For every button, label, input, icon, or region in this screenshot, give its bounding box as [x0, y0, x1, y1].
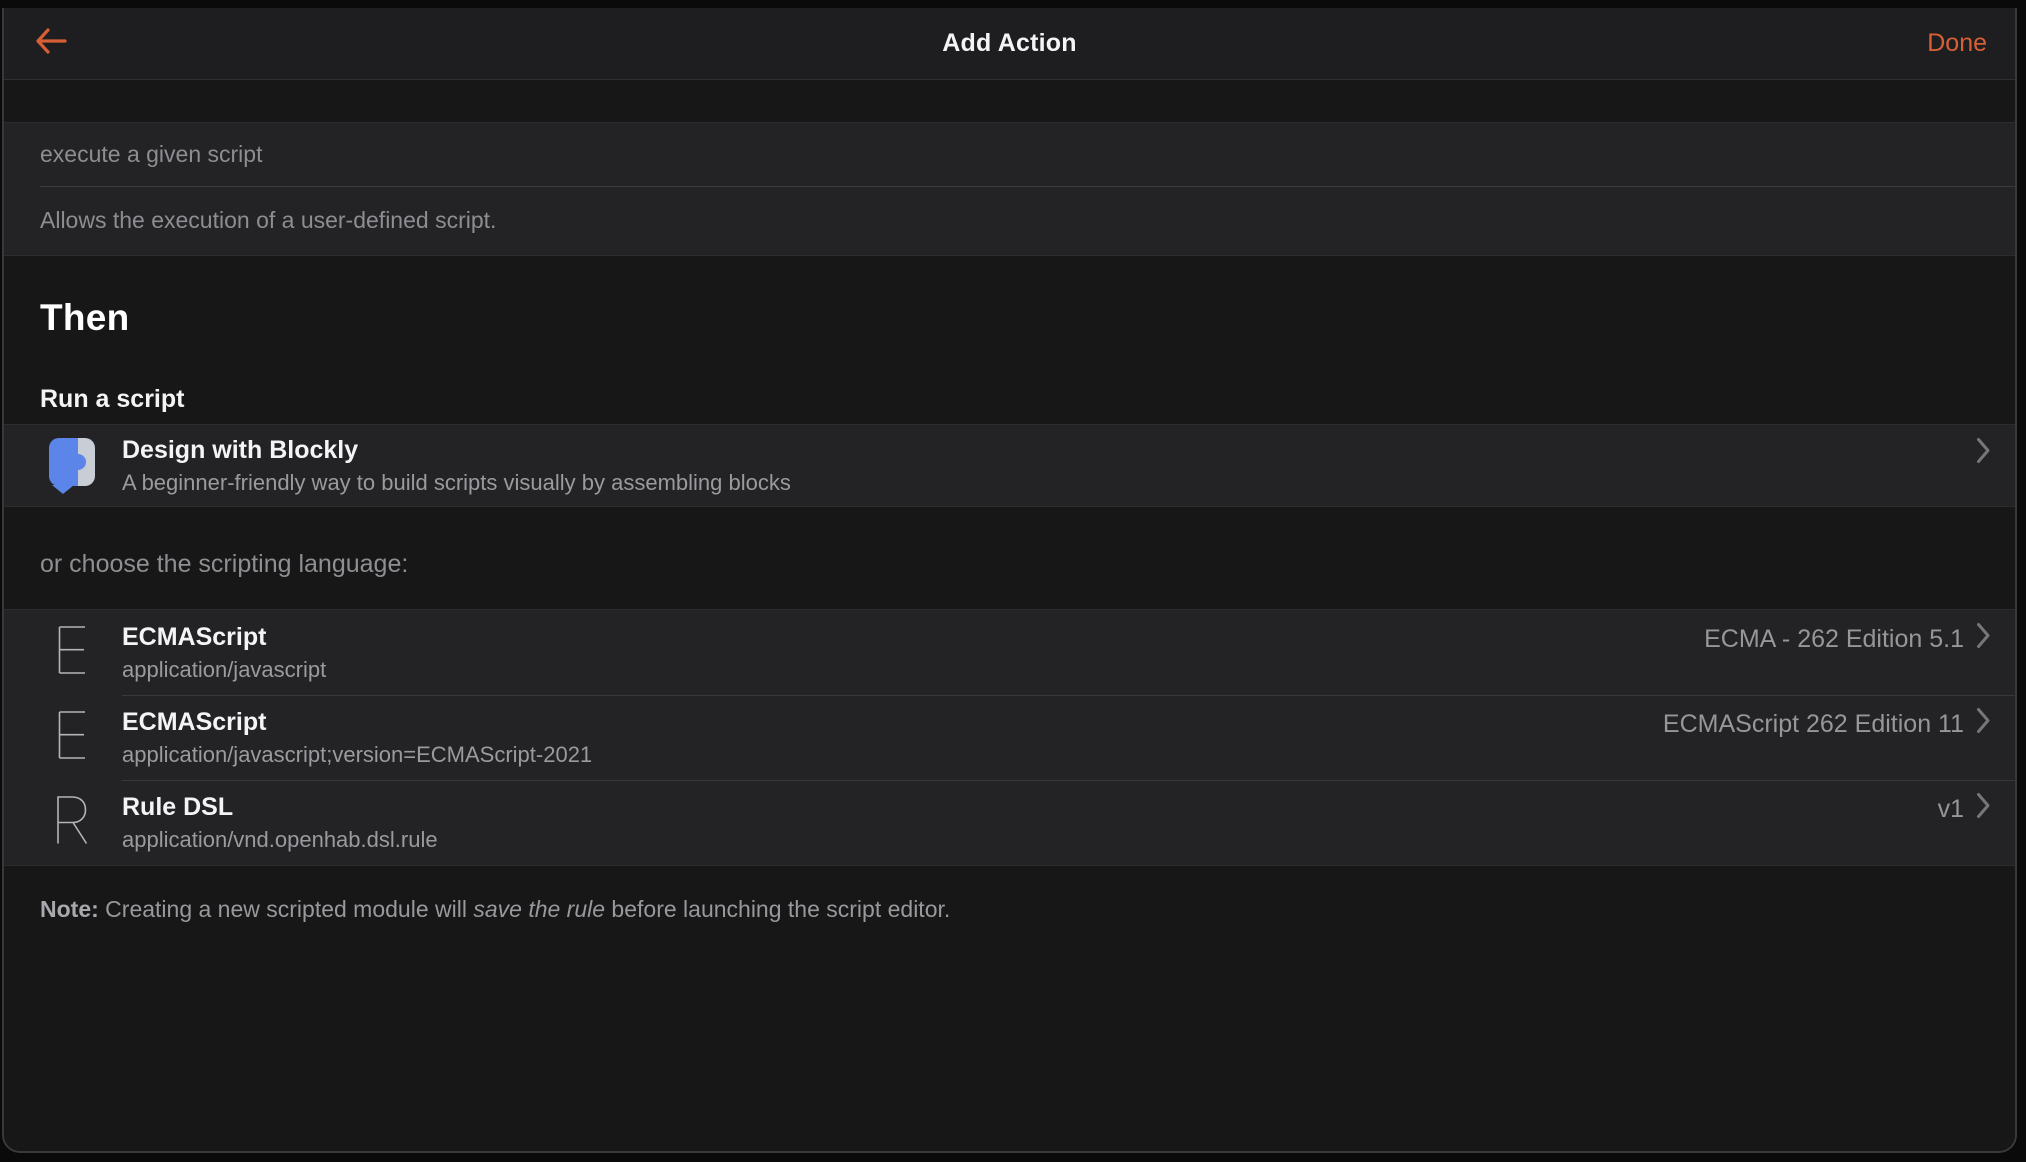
language-row[interactable]: ECMAScript application/javascript ECMA -…	[4, 610, 2015, 695]
note-italic: save the rule	[473, 896, 606, 922]
action-name-field[interactable]: execute a given script	[4, 123, 2015, 186]
note-body-1: Creating a new scripted module will	[98, 896, 474, 922]
language-title: ECMAScript	[122, 708, 267, 736]
letter-r-icon	[56, 796, 88, 849]
blockly-icon	[40, 437, 104, 494]
letter-e-icon	[58, 711, 86, 764]
language-mime: application/javascript	[122, 657, 327, 682]
language-version: ECMAScript 262 Edition 11	[1662, 709, 1964, 738]
page-title: Add Action	[942, 29, 1077, 57]
add-action-sheet: Add Action Done execute a given script A…	[2, 8, 2017, 1153]
then-heading: Then	[40, 297, 130, 338]
action-info-group: execute a given script Allows the execut…	[4, 122, 2015, 256]
chevron-right-icon	[1976, 622, 1991, 656]
chevron-right-icon	[1976, 792, 1991, 826]
letter-e-icon	[58, 626, 86, 679]
chevron-right-icon	[1976, 707, 1991, 741]
choose-language-label: or choose the scripting language:	[40, 550, 409, 578]
note-prefix: Note:	[40, 896, 99, 922]
blockly-group: Design with Blockly A beginner-friendly …	[4, 424, 2015, 507]
language-mime: application/vnd.openhab.dsl.rule	[122, 827, 438, 852]
language-title: Rule DSL	[122, 793, 234, 821]
run-script-heading: Run a script	[40, 385, 185, 413]
language-row[interactable]: Rule DSL application/vnd.openhab.dsl.rul…	[4, 780, 2015, 865]
arrow-left-icon	[34, 27, 68, 60]
back-button[interactable]	[34, 8, 68, 79]
blockly-after	[1976, 437, 1991, 471]
note-body-2: before launching the script editor.	[605, 896, 951, 922]
item-subtitle: A beginner-friendly way to build scripts…	[122, 470, 791, 495]
navbar: Add Action Done	[4, 8, 2015, 80]
item-title: Design with Blockly	[122, 436, 359, 464]
page-content: execute a given script Allows the execut…	[4, 80, 2015, 1151]
language-mime: application/javascript;version=ECMAScrip…	[122, 742, 593, 767]
done-button[interactable]: Done	[1927, 8, 1987, 79]
language-version: v1	[1937, 794, 1964, 823]
language-row[interactable]: ECMAScript application/javascript;versio…	[4, 695, 2015, 780]
note-text: Note: Creating a new scripted module wil…	[40, 894, 1979, 924]
action-description: Allows the execution of a user-defined s…	[4, 186, 2015, 255]
chevron-right-icon	[1976, 437, 1991, 471]
language-title: ECMAScript	[122, 623, 267, 651]
language-version: ECMA - 262 Edition 5.1	[1704, 624, 1964, 653]
blockly-text: Design with Blockly A beginner-friendly …	[122, 425, 1976, 506]
blockly-item[interactable]: Design with Blockly A beginner-friendly …	[4, 425, 2015, 506]
language-list: ECMAScript application/javascript ECMA -…	[4, 609, 2015, 866]
